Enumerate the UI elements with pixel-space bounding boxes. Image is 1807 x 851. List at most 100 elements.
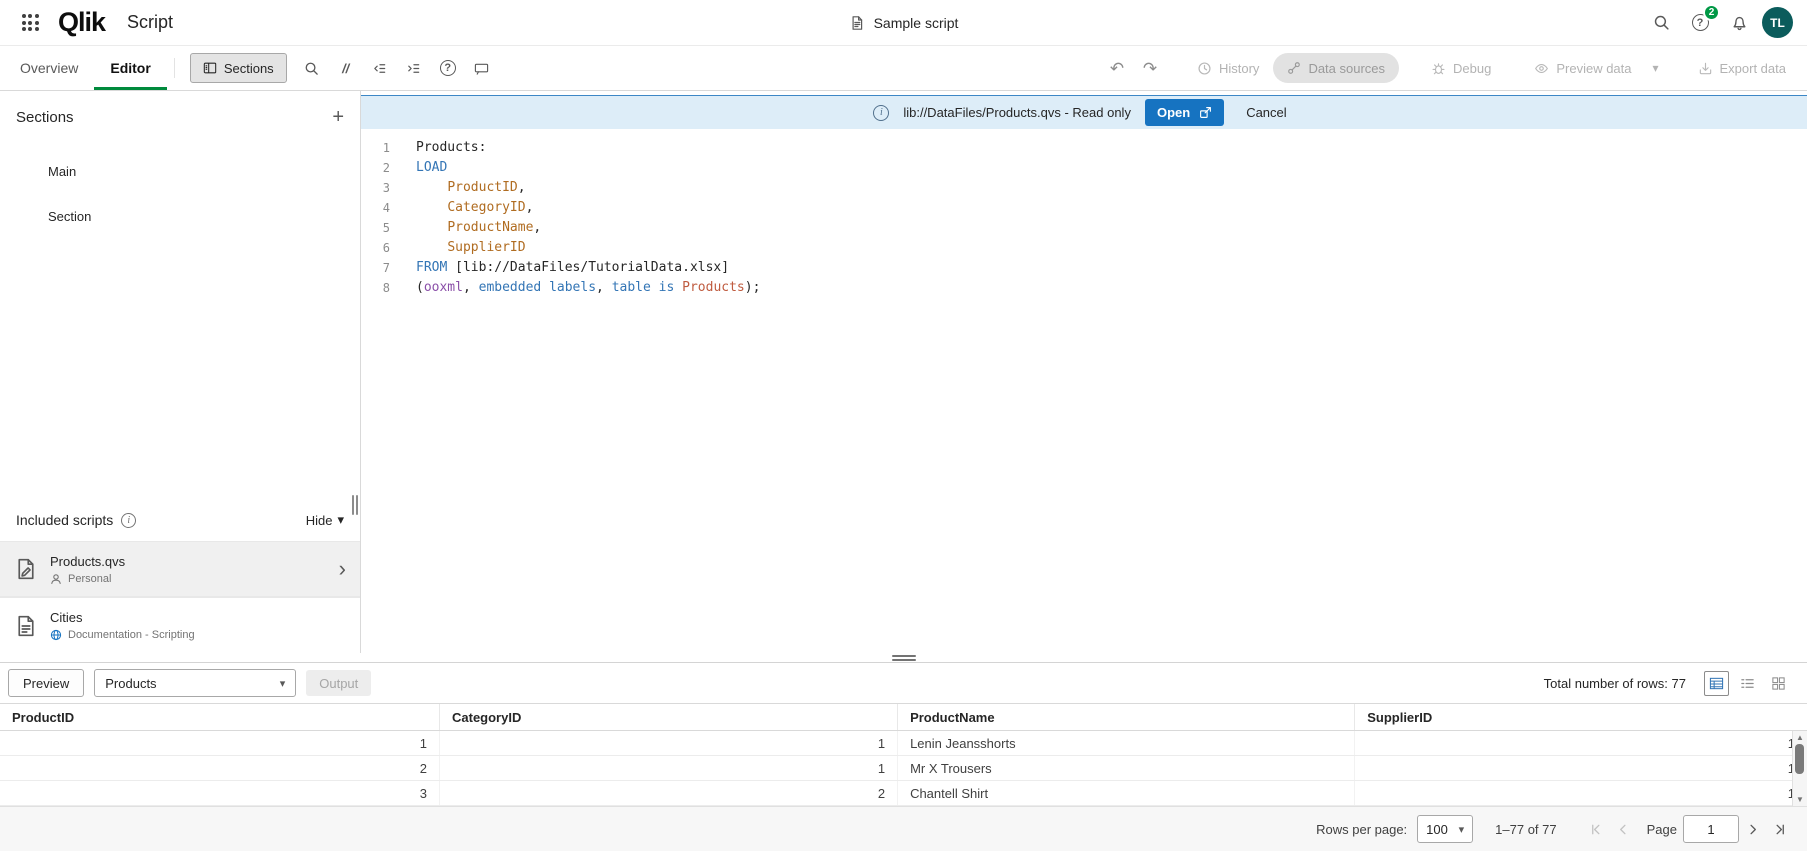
rows-per-page-select[interactable]: 100 ▾ xyxy=(1417,815,1473,843)
code-line[interactable]: 6 SupplierID xyxy=(361,238,1807,258)
script-subtitle: Personal xyxy=(50,573,125,585)
previous-page-button[interactable] xyxy=(1610,816,1637,843)
grid-view-button[interactable] xyxy=(1766,671,1791,696)
next-page-icon xyxy=(1745,822,1760,837)
code-line-text: LOAD xyxy=(416,158,447,178)
hints-button[interactable] xyxy=(467,53,497,83)
last-page-button[interactable] xyxy=(1766,816,1793,843)
page-number-input[interactable] xyxy=(1683,815,1739,843)
data-sources-button[interactable]: Data sources xyxy=(1273,53,1399,83)
list-view-button[interactable] xyxy=(1735,671,1760,696)
help-button[interactable]: ? 2 xyxy=(1684,7,1716,39)
outdent-icon xyxy=(372,61,387,76)
add-section-button[interactable]: + xyxy=(332,107,344,127)
qlik-script-app: Qlik Script Sample script ? 2 xyxy=(0,0,1807,851)
table-cell: 2 xyxy=(440,781,898,805)
column-header: ProductID xyxy=(0,704,440,730)
script-space-label: Personal xyxy=(68,573,111,585)
table-cell: 2 xyxy=(0,756,440,780)
undo-button[interactable]: ↶ xyxy=(1102,53,1132,83)
line-number: 4 xyxy=(361,198,416,218)
code-line[interactable]: 4 CategoryID, xyxy=(361,198,1807,218)
next-page-button[interactable] xyxy=(1739,816,1766,843)
table-cell: 1 xyxy=(440,756,898,780)
preview-data-menu-button[interactable]: ▾ xyxy=(1646,53,1666,83)
included-script-cities[interactable]: Cities Documentation - Scripting xyxy=(0,597,360,653)
outdent-button[interactable] xyxy=(365,53,395,83)
table-cell: 1 xyxy=(1355,731,1807,755)
document-title-button[interactable]: Sample script xyxy=(849,0,959,45)
app-launcher-button[interactable] xyxy=(14,7,46,39)
preview-data-label: Preview data xyxy=(1556,61,1631,76)
data-sources-label: Data sources xyxy=(1308,61,1385,76)
notifications-button[interactable] xyxy=(1723,7,1755,39)
open-script-button[interactable]: Open xyxy=(1145,99,1224,126)
line-number: 8 xyxy=(361,278,416,298)
code-line[interactable]: 8(ooxml, embedded labels, table is Produ… xyxy=(361,278,1807,298)
rows-per-page-label: Rows per page: xyxy=(1316,822,1407,837)
global-search-button[interactable] xyxy=(1645,7,1677,39)
code-line[interactable]: 1Products: xyxy=(361,138,1807,158)
table-select[interactable]: Products ▾ xyxy=(94,669,296,697)
column-header: SupplierID xyxy=(1355,704,1807,730)
history-button[interactable]: History xyxy=(1186,53,1270,83)
line-number: 7 xyxy=(361,258,416,278)
script-subtitle: Documentation - Scripting xyxy=(50,629,195,641)
indent-button[interactable] xyxy=(399,53,429,83)
toolbar-divider xyxy=(174,58,175,78)
code-line[interactable]: 2LOAD xyxy=(361,158,1807,178)
redo-button[interactable]: ↷ xyxy=(1135,53,1165,83)
included-script-products[interactable]: Products.qvs Personal › xyxy=(0,541,360,597)
user-avatar[interactable]: TL xyxy=(1762,7,1793,38)
code-editor[interactable]: 1Products:2LOAD3 ProductID,4 CategoryID,… xyxy=(361,129,1807,653)
table-row: 11Lenin Jeansshorts1 xyxy=(0,731,1807,756)
row-range-text: 1–77 of 77 xyxy=(1495,822,1556,837)
code-line[interactable]: 3 ProductID, xyxy=(361,178,1807,198)
data-sources-icon xyxy=(1287,61,1301,75)
first-page-button[interactable] xyxy=(1583,816,1610,843)
sidebar-spacer xyxy=(0,243,360,499)
tab-editor[interactable]: Editor xyxy=(94,46,166,90)
output-toggle-button[interactable]: Output xyxy=(306,670,371,696)
column-header: ProductName xyxy=(898,704,1355,730)
open-script-chevron[interactable]: › xyxy=(339,558,346,580)
search-icon xyxy=(1653,14,1670,31)
main-area: Sections + MainSection Included scripts … xyxy=(0,91,1807,653)
debug-button[interactable]: Debug xyxy=(1420,53,1502,83)
preview-data-button[interactable]: Preview data xyxy=(1523,53,1642,83)
scroll-up-arrow[interactable]: ▲ xyxy=(1796,733,1804,742)
table-view-button[interactable] xyxy=(1704,671,1729,696)
sections-toggle-button[interactable]: Sections xyxy=(190,53,287,83)
editor-toolbar: Overview Editor Sections // xyxy=(0,46,1807,91)
sidebar-section-item[interactable]: Main xyxy=(0,153,360,190)
scrollbar-thumb[interactable] xyxy=(1795,744,1804,774)
splitter-drag-handle[interactable] xyxy=(892,655,916,661)
code-line[interactable]: 7FROM [lib://DataFiles/TutorialData.xlsx… xyxy=(361,258,1807,278)
code-line-text: CategoryID, xyxy=(416,198,533,218)
code-line[interactable]: 5 ProductName, xyxy=(361,218,1807,238)
scroll-down-arrow[interactable]: ▼ xyxy=(1796,795,1804,804)
preview-toggle-button[interactable]: Preview xyxy=(8,669,84,697)
sections-toggle-label: Sections xyxy=(224,61,274,76)
open-in-app-icon xyxy=(1199,106,1212,119)
top-bar: Qlik Script Sample script ? 2 xyxy=(0,0,1807,46)
cancel-button[interactable]: Cancel xyxy=(1238,105,1294,120)
search-in-script-button[interactable] xyxy=(297,53,327,83)
table-cell: 1 xyxy=(0,731,440,755)
code-line-text: (ooxml, embedded labels, table is Produc… xyxy=(416,278,760,298)
vertical-scrollbar[interactable]: ▲ ▼ xyxy=(1792,731,1807,806)
help-badge: 2 xyxy=(1703,4,1720,21)
hide-label: Hide xyxy=(306,513,333,528)
line-number: 3 xyxy=(361,178,416,198)
sidebar-section-item[interactable]: Section xyxy=(0,198,360,235)
tab-overview[interactable]: Overview xyxy=(4,46,94,90)
export-data-button[interactable]: Export data xyxy=(1687,53,1798,83)
list-view-icon xyxy=(1740,676,1755,691)
sidebar-resize-handle[interactable] xyxy=(352,495,358,515)
clock-icon xyxy=(1197,61,1212,76)
comment-button[interactable]: // xyxy=(331,53,361,83)
syntax-help-button[interactable]: ? xyxy=(433,53,463,83)
chevron-down-icon: ▾ xyxy=(1459,823,1465,836)
table-cell: 1 xyxy=(440,731,898,755)
hide-included-scripts-button[interactable]: Hide ▾ xyxy=(306,512,344,528)
